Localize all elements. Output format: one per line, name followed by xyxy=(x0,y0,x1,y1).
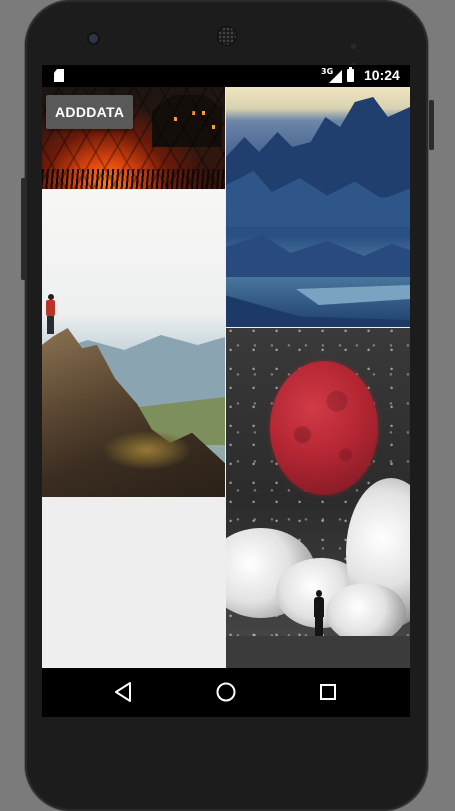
red-moon-clouds-photo[interactable] xyxy=(226,328,410,668)
red-moon xyxy=(270,361,378,495)
grass-silhouette xyxy=(42,169,225,189)
navigation-bar xyxy=(42,668,410,717)
back-triangle-icon[interactable] xyxy=(111,680,135,704)
lake xyxy=(296,285,410,305)
hiker-figure xyxy=(44,294,56,336)
add-data-button[interactable]: ADDDATA xyxy=(46,95,134,129)
device-screen: 3G 10:24 ADDDATA xyxy=(42,65,410,717)
home-circle-icon[interactable] xyxy=(214,680,238,704)
proximity-sensors xyxy=(351,34,371,68)
ground xyxy=(226,636,410,668)
status-time: 10:24 xyxy=(364,67,400,83)
volume-button[interactable] xyxy=(21,178,26,280)
blue-mountains-photo[interactable] xyxy=(226,87,410,327)
front-camera-icon xyxy=(89,34,98,43)
staggered-gallery[interactable]: ADDDATA xyxy=(42,87,410,668)
standing-man-figure xyxy=(313,590,325,636)
hiker-on-cliff-photo[interactable] xyxy=(42,190,225,497)
network-type-label: 3G xyxy=(321,67,334,76)
battery-icon xyxy=(347,67,354,82)
cloud xyxy=(326,583,406,643)
recents-square-icon[interactable] xyxy=(316,680,340,704)
earpiece-speaker xyxy=(218,27,236,45)
power-button[interactable] xyxy=(429,100,434,150)
sd-card-icon xyxy=(54,69,64,82)
status-bar: 3G 10:24 xyxy=(42,65,410,87)
moss-patch xyxy=(102,430,192,470)
